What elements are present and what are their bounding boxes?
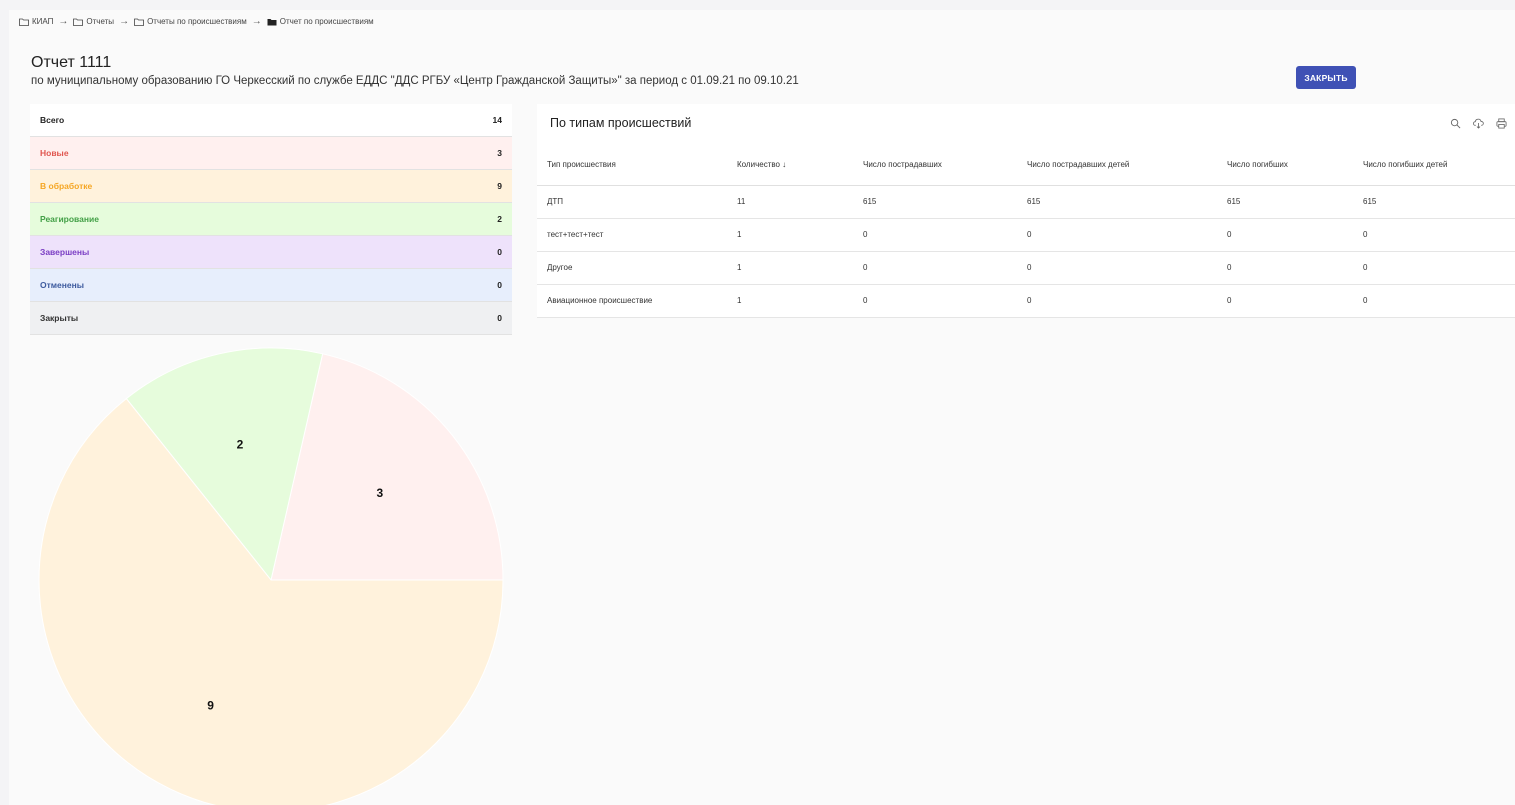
table-cell: 1 [727, 251, 853, 285]
status-label: Отменены [40, 280, 85, 290]
print-icon[interactable] [1496, 118, 1507, 129]
table-cell: 1 [727, 284, 853, 318]
incident-types-card: По типам происшествий Тип происшествия К… [537, 104, 1515, 318]
table-row[interactable]: Другое 1 0 0 0 0 [537, 251, 1515, 285]
breadcrumb-label: Отчеты [86, 17, 115, 26]
status-count: 14 [492, 115, 502, 125]
status-count: 2 [497, 214, 502, 224]
column-header-type[interactable]: Тип происшествия [537, 144, 727, 186]
column-header-dead-children[interactable]: Число погибших детей [1353, 144, 1515, 186]
column-header-dead[interactable]: Число погибших [1217, 144, 1353, 186]
table-cell: 0 [1353, 284, 1515, 318]
search-icon[interactable] [1450, 118, 1461, 129]
column-header-injured[interactable]: Число пострадавших [853, 144, 1017, 186]
breadcrumb-label: Отчет по происшествиям [279, 17, 374, 26]
table-cell: 0 [1217, 251, 1353, 285]
table-cell: ДТП [537, 185, 727, 219]
status-row-processing[interactable]: В обработке 9 [30, 170, 512, 203]
report-subtitle: по муниципальному образованию ГО Черкесс… [31, 75, 799, 87]
breadcrumb-arrow-icon: → [251, 16, 262, 27]
column-header-injured-children[interactable]: Число пострадавших детей [1017, 144, 1217, 186]
table-cell: 0 [853, 218, 1017, 252]
status-label: В обработке [40, 181, 93, 191]
status-label: Реагирование [40, 214, 99, 224]
status-row-new[interactable]: Новые 3 [30, 137, 512, 170]
breadcrumb-arrow-icon: → [119, 16, 130, 27]
table-cell: 0 [1017, 284, 1217, 318]
status-count: 0 [497, 247, 502, 257]
folder-filled-icon [267, 18, 277, 25]
table-cell: 0 [1353, 251, 1515, 285]
table-cell: 11 [727, 185, 853, 219]
table-row[interactable]: Авиационное происшествие 1 0 0 0 0 [537, 284, 1515, 318]
table-cell: 615 [853, 185, 1017, 219]
table-row[interactable]: ДТП 11 615 615 615 615 [537, 185, 1515, 219]
report-page: КИАП → Отчеты → Отчеты по происшествиям … [9, 10, 1515, 805]
breadcrumb: КИАП → Отчеты → Отчеты по происшествиям … [19, 16, 374, 27]
status-label: Новые [40, 148, 69, 158]
pie-slice-label: 9 [207, 698, 214, 712]
status-count: 0 [497, 280, 502, 290]
table-header-row: Тип происшествия Количество ↓ Число пост… [537, 144, 1515, 186]
pie-slice-label: 3 [376, 486, 383, 500]
status-label: Завершены [40, 247, 90, 257]
column-header-count[interactable]: Количество ↓ [727, 144, 853, 186]
status-count: 0 [497, 313, 502, 323]
table-cell: Другое [537, 251, 727, 285]
status-label: Всего [40, 115, 65, 125]
breadcrumb-item-incident-reports[interactable]: Отчеты по происшествиям [134, 17, 247, 26]
table-cell: 0 [853, 251, 1017, 285]
status-count: 9 [497, 181, 502, 191]
cloud-download-icon[interactable] [1473, 118, 1484, 129]
breadcrumb-item-kiap[interactable]: КИАП [19, 17, 53, 26]
incident-types-table: Тип происшествия Количество ↓ Число пост… [537, 144, 1515, 318]
status-row-response[interactable]: Реагирование 2 [30, 203, 512, 236]
card-title: По типам происшествий [550, 116, 692, 130]
table-cell: 1 [727, 218, 853, 252]
table-cell: 615 [1217, 185, 1353, 219]
table-cell: Авиационное происшествие [537, 284, 727, 318]
table-cell: 0 [1217, 284, 1353, 318]
table-cell: 615 [1353, 185, 1515, 219]
card-toolbar [1450, 118, 1507, 129]
status-count: 3 [497, 148, 502, 158]
status-row-closed[interactable]: Закрыты 0 [30, 302, 512, 335]
breadcrumb-label: КИАП [32, 17, 54, 26]
table-cell: 0 [1017, 251, 1217, 285]
breadcrumb-item-current: Отчет по происшествиям [267, 17, 374, 26]
table-cell: тест+тест+тест [537, 218, 727, 252]
table-cell: 0 [1353, 218, 1515, 252]
folder-outline-icon [19, 18, 29, 26]
status-summary: Всего 14 Новые 3 В обработке 9 Реагирова… [30, 104, 512, 335]
table-cell: 0 [853, 284, 1017, 318]
table-cell: 0 [1017, 218, 1217, 252]
table-cell: 0 [1217, 218, 1353, 252]
close-button[interactable]: ЗАКРЫТЬ [1296, 66, 1356, 89]
breadcrumb-label: Отчеты по происшествиям [147, 17, 247, 26]
status-label: Закрыты [40, 313, 79, 323]
status-row-cancelled[interactable]: Отменены 0 [30, 269, 512, 302]
breadcrumb-arrow-icon: → [58, 16, 69, 27]
status-pie-chart: 3 2 9 [38, 347, 504, 805]
breadcrumb-item-reports[interactable]: Отчеты [73, 17, 114, 26]
status-row-total[interactable]: Всего 14 [30, 104, 512, 137]
table-row[interactable]: тест+тест+тест 1 0 0 0 0 [537, 218, 1515, 252]
folder-outline-icon [73, 18, 84, 26]
table-cell: 615 [1017, 185, 1217, 219]
pie-slice-label: 2 [237, 437, 244, 451]
status-row-completed[interactable]: Завершены 0 [30, 236, 512, 269]
folder-outline-icon [134, 18, 144, 26]
page-title: Отчет 1111 [31, 54, 112, 71]
